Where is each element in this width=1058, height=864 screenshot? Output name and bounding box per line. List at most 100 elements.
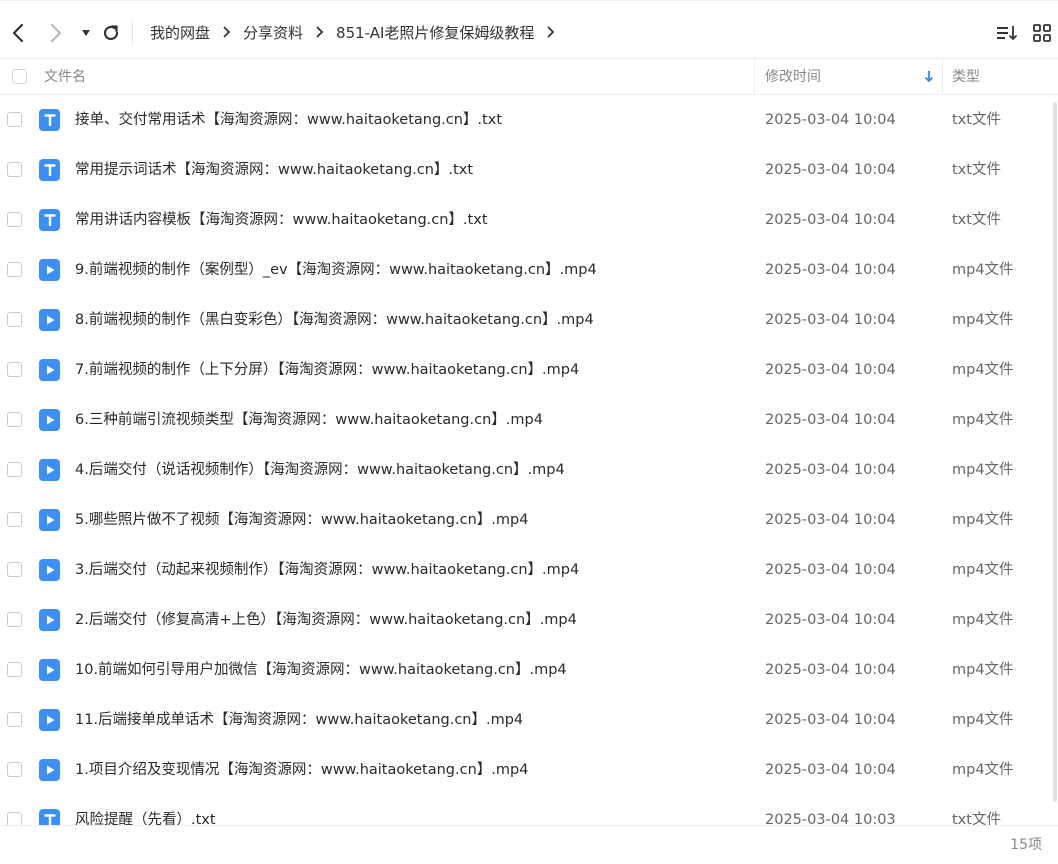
sort-desc-icon[interactable] xyxy=(924,59,934,95)
chevron-right-icon xyxy=(222,26,231,38)
file-name[interactable]: 常用提示词话术【海淘资源网：www.haitaoketang.cn】.txt xyxy=(75,145,473,195)
file-modified: 2025-03-04 10:04 xyxy=(765,312,896,328)
row-checkbox[interactable] xyxy=(7,412,22,427)
row-checkbox[interactable] xyxy=(7,262,22,277)
file-modified: 2025-03-04 10:04 xyxy=(765,762,896,778)
file-modified: 2025-03-04 10:04 xyxy=(765,712,896,728)
breadcrumb: 我的网盘 分享资料 851-AI老照片修复保姆级教程 xyxy=(150,1,567,63)
item-count: 15项 xyxy=(1010,837,1042,853)
row-checkbox[interactable] xyxy=(7,362,22,377)
forward-button[interactable] xyxy=(44,21,68,45)
file-type: mp4文件 xyxy=(952,512,1014,528)
column-modified[interactable]: 修改时间 xyxy=(765,59,821,95)
file-type: mp4文件 xyxy=(952,412,1014,428)
file-name[interactable]: 10.前端如何引导用户加微信【海淘资源网：www.haitaoketang.cn… xyxy=(75,645,567,695)
file-row[interactable]: 1.项目介绍及变现情况【海淘资源网：www.haitaoketang.cn】.m… xyxy=(0,745,1058,795)
grid-view-button[interactable] xyxy=(1032,23,1052,48)
file-row[interactable]: 6.三种前端引流视频类型【海淘资源网：www.haitaoketang.cn】.… xyxy=(0,395,1058,445)
file-name[interactable]: 3.后端交付（动起来视频制作）【海淘资源网：www.haitaoketang.c… xyxy=(75,545,579,595)
sort-list-icon xyxy=(997,26,1018,41)
breadcrumb-expand-button[interactable] xyxy=(546,26,555,38)
row-checkbox[interactable] xyxy=(7,712,22,727)
status-bar: 15项 xyxy=(0,825,1058,858)
column-name[interactable]: 文件名 xyxy=(44,59,86,95)
file-type: mp4文件 xyxy=(952,462,1014,478)
file-row[interactable]: 9.前端视频的制作（案例型）_ev【海淘资源网：www.haitaoketang… xyxy=(0,245,1058,295)
breadcrumb-item-shared[interactable]: 分享资料 xyxy=(243,22,303,43)
column-type[interactable]: 类型 xyxy=(952,59,980,95)
file-row[interactable]: 风险提醒（先看）.txt 2025-03-04 10:03 txt文件 xyxy=(0,795,1058,825)
file-name[interactable]: 风险提醒（先看）.txt xyxy=(75,795,216,825)
row-checkbox[interactable] xyxy=(7,512,22,527)
select-all-checkbox[interactable] xyxy=(12,69,27,84)
row-checkbox[interactable] xyxy=(7,212,22,227)
refresh-icon xyxy=(103,25,119,41)
caret-down-icon xyxy=(82,30,90,36)
file-row[interactable]: 5.哪些照片做不了视频【海淘资源网：www.haitaoketang.cn】.m… xyxy=(0,495,1058,545)
video-file-icon xyxy=(39,359,60,381)
file-row[interactable]: 接单、交付常用话术【海淘资源网：www.haitaoketang.cn】.txt… xyxy=(0,95,1058,145)
file-name[interactable]: 1.项目介绍及变现情况【海淘资源网：www.haitaoketang.cn】.m… xyxy=(75,745,528,795)
back-button[interactable] xyxy=(6,21,30,45)
file-name[interactable]: 5.哪些照片做不了视频【海淘资源网：www.haitaoketang.cn】.m… xyxy=(75,495,528,545)
file-name[interactable]: 2.后端交付（修复高清+上色）【海淘资源网：www.haitaoketang.c… xyxy=(75,595,577,645)
row-checkbox[interactable] xyxy=(7,662,22,677)
text-file-icon xyxy=(39,159,60,181)
file-modified: 2025-03-04 10:04 xyxy=(765,112,896,128)
file-type: mp4文件 xyxy=(952,312,1014,328)
file-name[interactable]: 9.前端视频的制作（案例型）_ev【海淘资源网：www.haitaoketang… xyxy=(75,245,597,295)
row-checkbox[interactable] xyxy=(7,112,22,127)
file-type: mp4文件 xyxy=(952,762,1014,778)
row-checkbox[interactable] xyxy=(7,562,22,577)
view-tools xyxy=(996,23,1052,48)
video-file-icon xyxy=(39,759,60,781)
toolbar: 我的网盘 分享资料 851-AI老照片修复保姆级教程 xyxy=(0,0,1058,58)
history-dropdown-button[interactable] xyxy=(74,21,98,45)
row-checkbox[interactable] xyxy=(7,462,22,477)
column-divider[interactable] xyxy=(754,59,755,95)
file-modified: 2025-03-04 10:04 xyxy=(765,212,896,228)
video-file-icon xyxy=(39,309,60,331)
video-file-icon xyxy=(39,659,60,681)
file-type: mp4文件 xyxy=(952,712,1014,728)
file-name[interactable]: 4.后端交付（说话视频制作）【海淘资源网：www.haitaoketang.cn… xyxy=(75,445,565,495)
file-name[interactable]: 7.前端视频的制作（上下分屏）【海淘资源网：www.haitaoketang.c… xyxy=(75,345,579,395)
video-file-icon xyxy=(39,459,60,481)
video-file-icon xyxy=(39,259,60,281)
file-modified: 2025-03-04 10:04 xyxy=(765,412,896,428)
file-type: mp4文件 xyxy=(952,612,1014,628)
file-row[interactable]: 11.后端接单成单话术【海淘资源网：www.haitaoketang.cn】.m… xyxy=(0,695,1058,745)
file-row[interactable]: 常用提示词话术【海淘资源网：www.haitaoketang.cn】.txt 20… xyxy=(0,145,1058,195)
row-checkbox[interactable] xyxy=(7,312,22,327)
file-row[interactable]: 2.后端交付（修复高清+上色）【海淘资源网：www.haitaoketang.c… xyxy=(0,595,1058,645)
breadcrumb-item-current[interactable]: 851-AI老照片修复保姆级教程 xyxy=(336,22,534,43)
scrollbar[interactable] xyxy=(1053,102,1057,802)
file-row[interactable]: 8.前端视频的制作（黑白变彩色）【海淘资源网：www.haitaoketang.… xyxy=(0,295,1058,345)
row-checkbox[interactable] xyxy=(7,812,22,825)
file-name[interactable]: 11.后端接单成单话术【海淘资源网：www.haitaoketang.cn】.m… xyxy=(75,695,523,745)
file-name[interactable]: 8.前端视频的制作（黑白变彩色）【海淘资源网：www.haitaoketang.… xyxy=(75,295,594,345)
row-checkbox[interactable] xyxy=(7,762,22,777)
text-file-icon xyxy=(39,809,60,825)
file-row[interactable]: 10.前端如何引导用户加微信【海淘资源网：www.haitaoketang.cn… xyxy=(0,645,1058,695)
breadcrumb-item-home[interactable]: 我的网盘 xyxy=(150,22,210,43)
file-type: mp4文件 xyxy=(952,262,1014,278)
sort-list-button[interactable] xyxy=(996,23,1018,48)
chevron-left-icon xyxy=(12,24,24,42)
file-name[interactable]: 常用讲话内容模板【海淘资源网：www.haitaoketang.cn】.txt xyxy=(75,195,488,245)
file-type: txt文件 xyxy=(952,212,1001,228)
refresh-button[interactable] xyxy=(99,21,123,45)
row-checkbox[interactable] xyxy=(7,162,22,177)
file-row[interactable]: 常用讲话内容模板【海淘资源网：www.haitaoketang.cn】.txt 2… xyxy=(0,195,1058,245)
video-file-icon xyxy=(39,609,60,631)
file-name[interactable]: 接单、交付常用话术【海淘资源网：www.haitaoketang.cn】.txt xyxy=(75,95,502,145)
file-modified: 2025-03-04 10:04 xyxy=(765,612,896,628)
file-row[interactable]: 3.后端交付（动起来视频制作）【海淘资源网：www.haitaoketang.c… xyxy=(0,545,1058,595)
file-row[interactable]: 7.前端视频的制作（上下分屏）【海淘资源网：www.haitaoketang.c… xyxy=(0,345,1058,395)
file-row[interactable]: 4.后端交付（说话视频制作）【海淘资源网：www.haitaoketang.cn… xyxy=(0,445,1058,495)
row-checkbox[interactable] xyxy=(7,612,22,627)
column-divider[interactable] xyxy=(942,59,943,95)
file-type: mp4文件 xyxy=(952,562,1014,578)
video-file-icon xyxy=(39,409,60,431)
file-name[interactable]: 6.三种前端引流视频类型【海淘资源网：www.haitaoketang.cn】.… xyxy=(75,395,543,445)
